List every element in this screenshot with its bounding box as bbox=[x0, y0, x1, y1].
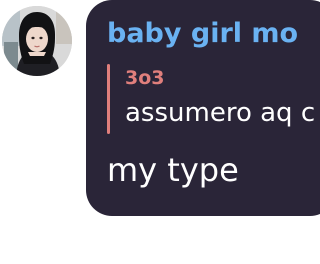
reply-accent-bar bbox=[107, 64, 110, 134]
reply-quote[interactable]: 3o3 assumero aq c bbox=[107, 64, 320, 134]
message-bubble[interactable]: baby girl mo 3o3 assumero aq c my type bbox=[86, 0, 320, 216]
reply-text: assumero aq c bbox=[125, 98, 316, 128]
message-text: my type bbox=[107, 151, 239, 189]
avatar-photo bbox=[2, 6, 72, 76]
avatar[interactable] bbox=[2, 6, 72, 76]
reply-author: 3o3 bbox=[125, 67, 165, 89]
sender-name[interactable]: baby girl mo bbox=[107, 20, 298, 47]
chat-view: baby girl mo 3o3 assumero aq c my type bbox=[0, 0, 320, 264]
